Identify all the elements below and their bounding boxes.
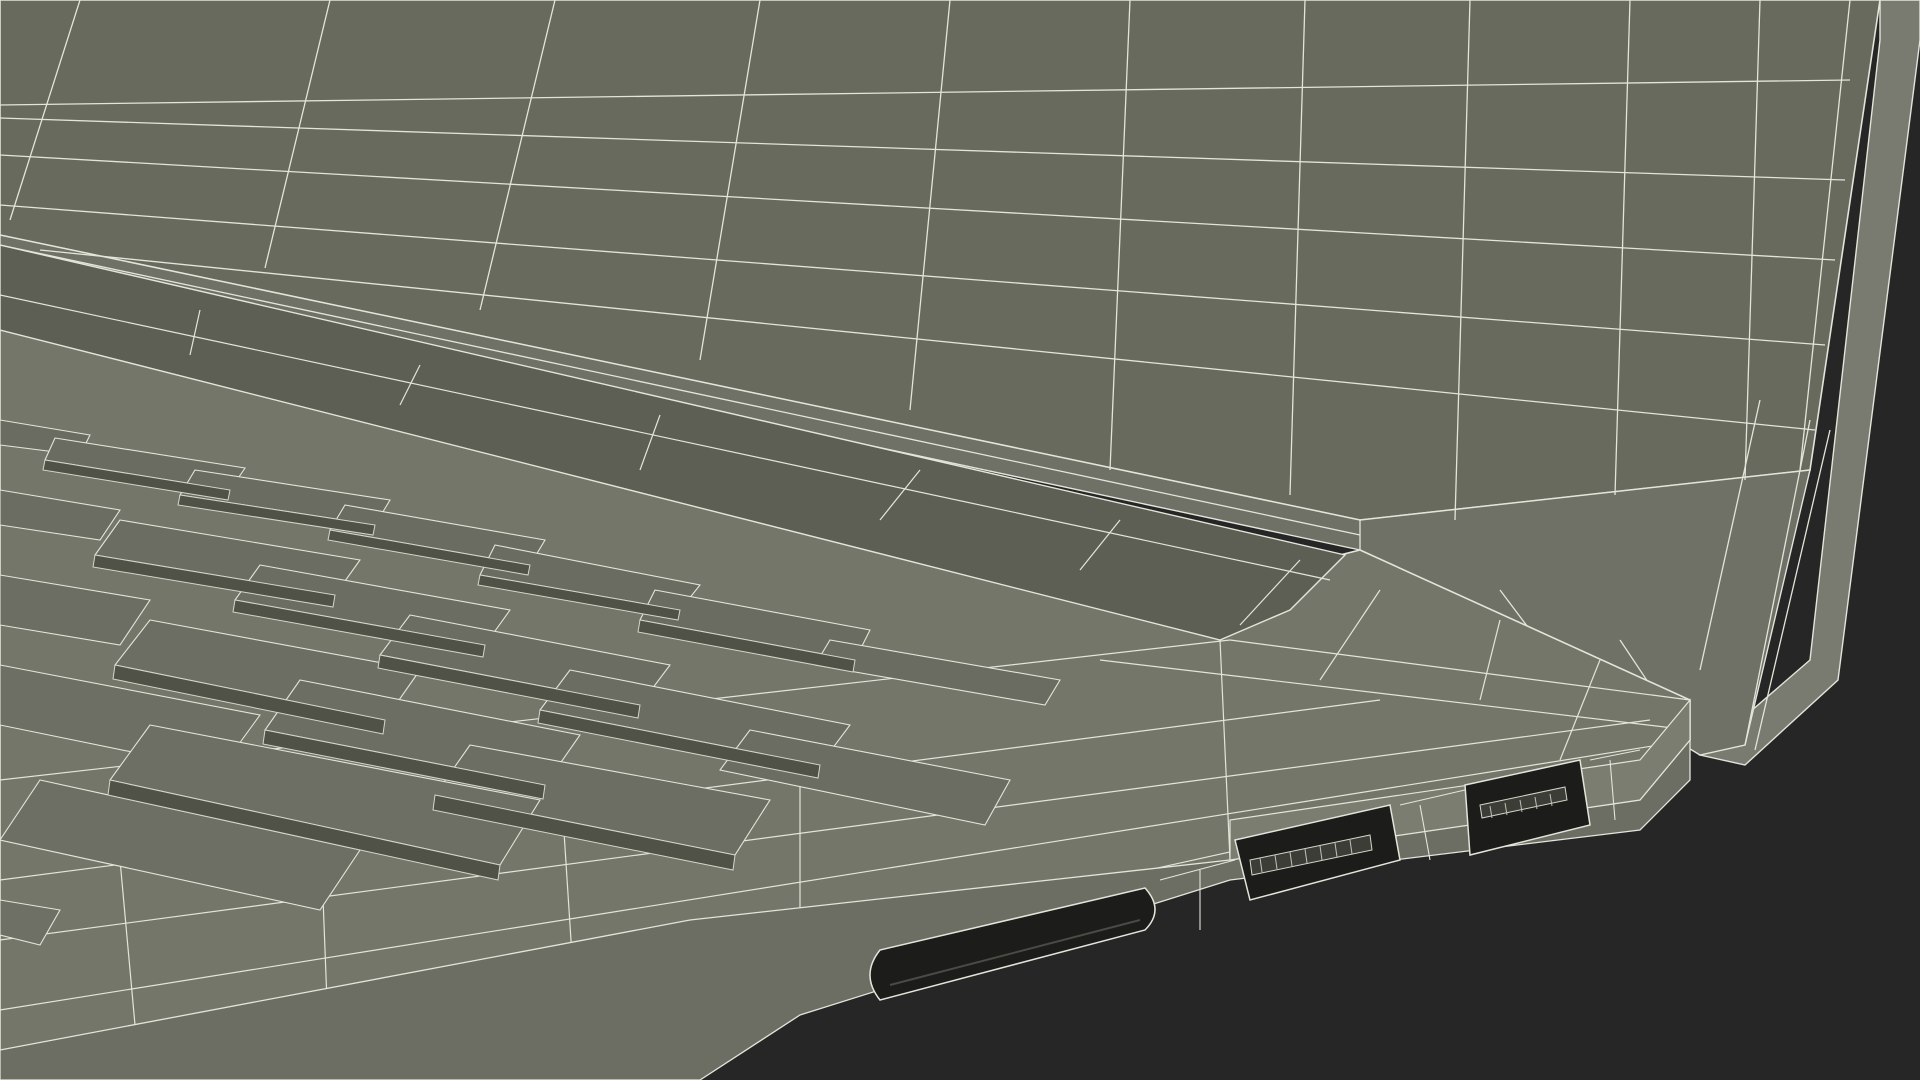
laptop-wireframe-scene	[0, 0, 1920, 1080]
